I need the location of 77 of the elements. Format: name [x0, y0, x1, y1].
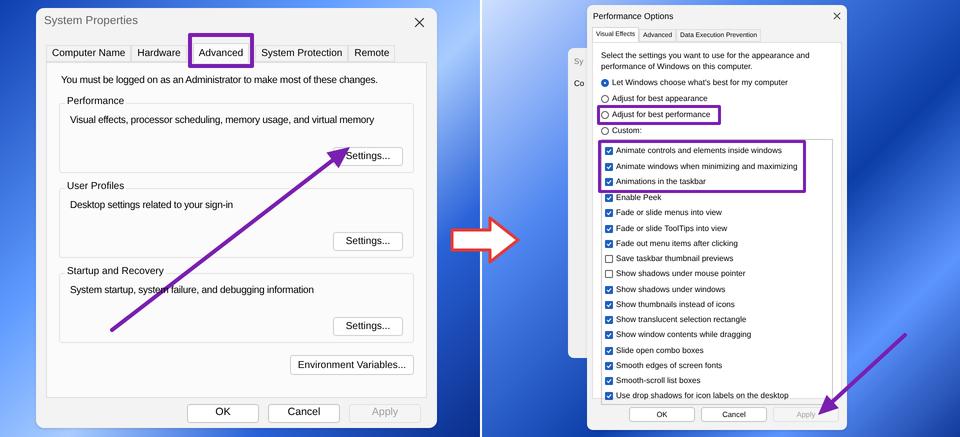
- checkbox-label: Enable Peek: [616, 192, 662, 204]
- checkmark-icon: [606, 195, 612, 202]
- window-title: System Properties: [44, 14, 138, 30]
- checkbox[interactable]: [605, 346, 613, 355]
- checkbox[interactable]: [605, 255, 613, 264]
- checkbox[interactable]: [605, 194, 613, 202]
- environment-variables-button[interactable]: Environment Variables...: [290, 355, 414, 375]
- checkmark-icon: [606, 210, 612, 216]
- tab[interactable]: Hardware: [131, 45, 187, 62]
- checkbox-label: Animations in the taskbar: [616, 176, 706, 188]
- checkbox-label: Smooth edges of screen fonts: [616, 360, 722, 372]
- checkbox-label: Use drop shadows for icon labels on the desktop: [616, 390, 789, 402]
- close-icon[interactable]: [414, 16, 425, 28]
- checkmark-icon: [606, 240, 612, 247]
- checkmark-icon: [606, 362, 612, 369]
- checkmark-icon: [606, 317, 612, 324]
- checkmark-icon: [606, 179, 612, 186]
- radio-label: Adjust for best performance: [612, 109, 710, 121]
- checkmark-icon: [606, 332, 612, 338]
- checkbox[interactable]: [605, 316, 613, 324]
- group-description: Visual effects, processor scheduling, memory usage, and virtual memory: [70, 114, 376, 128]
- notice-text: You must be logged on as an Administrator to make most of these changes.: [61, 74, 379, 88]
- checkbox[interactable]: [605, 377, 613, 386]
- radio-button[interactable]: [601, 79, 609, 87]
- close-icon[interactable]: [833, 12, 841, 20]
- tab[interactable]: Remote: [348, 45, 396, 62]
- dialog-button[interactable]: OK: [187, 404, 259, 422]
- checkbox-label: Show shadows under windows: [616, 284, 726, 296]
- checkbox-label: Show translucent selection rectangle: [616, 314, 746, 326]
- checkbox[interactable]: [605, 240, 613, 248]
- group-description: Desktop settings related to your sign-in: [70, 199, 234, 213]
- checkbox-label: Fade or slide menus into view: [616, 207, 722, 220]
- checkmark-icon: [606, 348, 612, 354]
- checkbox-label: Animate windows when minimizing and maximizing: [616, 160, 798, 173]
- checkbox[interactable]: [605, 162, 613, 171]
- tab[interactable]: Computer Name: [46, 45, 132, 62]
- radio-label: Adjust for best appearance: [612, 93, 708, 105]
- checkbox-label: Show window contents while dragging: [616, 329, 752, 342]
- checkmark-icon: [606, 164, 612, 170]
- tab[interactable]: System Protection: [255, 45, 348, 62]
- tab[interactable]: Advanced: [192, 43, 250, 63]
- checkbox[interactable]: [605, 209, 613, 218]
- intro-text: Select the settings you want to use for the appearance and performance of Windows on this computer.: [601, 50, 811, 72]
- outline-arrow: [450, 216, 520, 264]
- dialog-button[interactable]: Cancel: [268, 404, 340, 422]
- checkbox-label: Slide open combo boxes: [616, 344, 704, 357]
- settings-button[interactable]: Settings...: [333, 317, 403, 336]
- radio-button[interactable]: [601, 111, 609, 119]
- radio-button[interactable]: [601, 95, 609, 103]
- checkmark-icon: [606, 378, 612, 384]
- checkbox-label: Show shadows under mouse pointer: [616, 268, 746, 280]
- checkbox-label: Animate controls and elements inside windows: [616, 144, 782, 157]
- radio-label: Custom:: [612, 125, 642, 137]
- checkmark-icon: [606, 226, 612, 232]
- window-title: Performance Options: [593, 10, 674, 22]
- checkbox[interactable]: [605, 286, 613, 294]
- checkbox-label: Fade or slide ToolTips into view: [616, 222, 728, 235]
- checkbox[interactable]: [605, 392, 613, 400]
- checkbox[interactable]: [605, 178, 613, 186]
- checkbox[interactable]: [605, 300, 613, 309]
- checkbox-label: Smooth-scroll list boxes: [616, 375, 700, 388]
- checkmark-icon: [606, 302, 612, 308]
- settings-button[interactable]: Settings...: [333, 232, 403, 251]
- checkbox[interactable]: [605, 331, 613, 340]
- checkbox-label: Show thumbnails instead of icons: [616, 298, 735, 311]
- checkmark-icon: [606, 286, 612, 293]
- checkbox[interactable]: [605, 270, 613, 278]
- checkbox-label: Fade out menu items after clicking: [616, 238, 738, 250]
- checkbox[interactable]: [605, 146, 613, 155]
- checkbox[interactable]: [605, 362, 613, 370]
- tab-label: Co: [574, 78, 584, 90]
- radio-label: Let Windows choose what's best for my computer: [612, 77, 788, 89]
- group-title: Startup and Recovery: [65, 264, 166, 279]
- checkmark-icon: [606, 148, 612, 154]
- radio-button[interactable]: [601, 127, 609, 135]
- checkbox-label: Save taskbar thumbnail previews: [616, 253, 734, 266]
- checkbox[interactable]: [605, 224, 613, 233]
